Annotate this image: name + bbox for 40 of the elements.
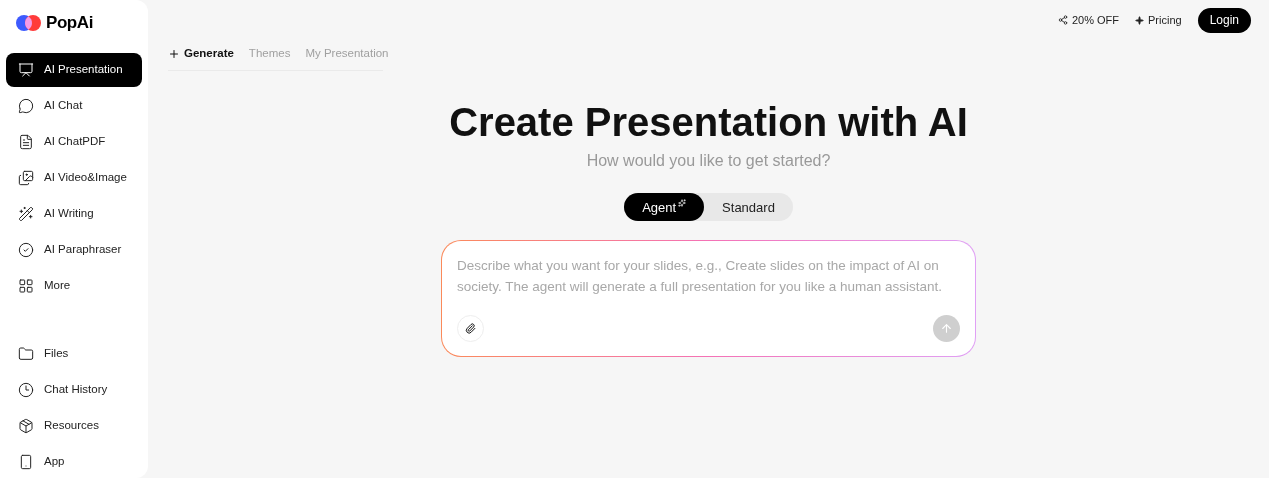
page-title: Create Presentation with AI: [449, 99, 968, 147]
box-icon: [18, 418, 34, 434]
sparkle-icon: [1135, 15, 1144, 25]
plus-icon: [168, 47, 180, 60]
circle-check-icon: [18, 242, 34, 258]
mode-tab[interactable]: Agent: [624, 193, 705, 222]
grid-icon: [18, 278, 34, 294]
logo-icon: [16, 14, 42, 32]
page-subtitle: How would you like to get started?: [586, 151, 831, 172]
sidebar-item[interactable]: AI Paraphraser: [6, 233, 142, 267]
images-icon: [18, 170, 34, 186]
presentation-icon: [18, 62, 34, 78]
paperclip-icon: [465, 323, 476, 335]
promo-link[interactable]: 20% OFF: [1057, 11, 1119, 29]
pricing-link[interactable]: Pricing: [1135, 11, 1182, 29]
sidebar-item[interactable]: AI Chat: [6, 89, 142, 123]
sidebar-item[interactable]: AI Video&Image: [6, 161, 142, 195]
chat-bubble-icon: [18, 98, 34, 114]
logo-text: PopAi: [46, 12, 93, 35]
arrow-up-icon: [940, 322, 953, 336]
sidebar-item[interactable]: Resources: [6, 409, 142, 443]
magic-wand-icon: [18, 206, 34, 222]
mode-tab[interactable]: Standard: [704, 193, 793, 222]
document-icon: [18, 134, 34, 150]
share-icon: [1057, 15, 1068, 25]
folder-icon: [18, 346, 34, 362]
sidebar-item[interactable]: More: [6, 269, 142, 303]
sidebar-item[interactable]: Chat History: [6, 373, 142, 407]
sidebar-item[interactable]: AI Presentation: [6, 53, 142, 87]
sparkle-icon: [678, 199, 687, 208]
prompt-box[interactable]: Describe what you want for your slides, e.g., Create slides on the impact of AI on society. The agent will generate a full presentation for you like a human assistant.: [441, 240, 976, 358]
sidebar-item[interactable]: Files: [6, 337, 142, 371]
input-field[interactable]: Describe what you want for your slides, e.g., Create slides on the impact of AI on society. The agent will generate a full presentation for you like a human assistant.: [457, 255, 960, 316]
sidebar-item[interactable]: AI ChatPDF: [6, 125, 142, 159]
login-button[interactable]: Login: [1197, 7, 1251, 33]
phone-icon: [18, 454, 34, 470]
sidebar-item[interactable]: AI Writing: [6, 197, 142, 231]
sidebar-item[interactable]: App: [6, 445, 142, 478]
clock-icon: [18, 382, 34, 398]
tab[interactable]: Generate: [168, 45, 234, 63]
